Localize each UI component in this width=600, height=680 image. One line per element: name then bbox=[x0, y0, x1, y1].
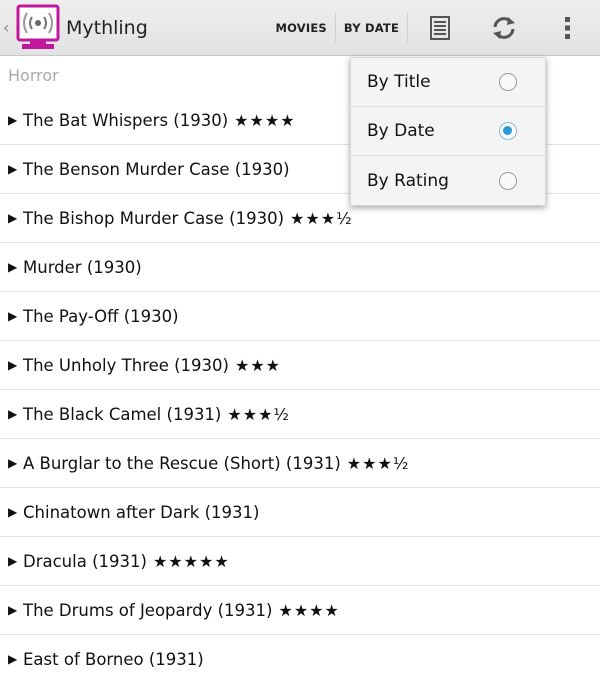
sort-option-by-rating[interactable]: By Rating bbox=[351, 156, 545, 205]
section-header: Horror bbox=[8, 66, 59, 85]
sort-option-label: By Title bbox=[367, 72, 431, 92]
expand-arrow-icon: ▶ bbox=[8, 407, 18, 421]
app-title: Mythling bbox=[66, 16, 148, 39]
movie-title: The Bat Whispers (1930) bbox=[23, 110, 229, 130]
expand-arrow-icon: ▶ bbox=[8, 113, 18, 127]
expand-arrow-icon: ▶ bbox=[8, 211, 18, 225]
expand-arrow-icon: ▶ bbox=[8, 260, 18, 274]
movie-title: East of Borneo (1931) bbox=[23, 649, 204, 669]
expand-arrow-icon: ▶ bbox=[8, 358, 18, 372]
sort-option-label: By Date bbox=[367, 121, 435, 141]
app-icon[interactable] bbox=[16, 4, 60, 52]
sort-option-label: By Rating bbox=[367, 170, 449, 191]
list-item[interactable]: ▶ East of Borneo (1931) bbox=[0, 635, 600, 680]
expand-arrow-icon: ▶ bbox=[8, 652, 18, 666]
expand-arrow-icon: ▶ bbox=[8, 162, 18, 176]
list-item[interactable]: ▶ The Pay-Off (1930) bbox=[0, 292, 600, 341]
expand-arrow-icon: ▶ bbox=[8, 505, 18, 519]
movie-title: The Black Camel (1931) bbox=[23, 404, 222, 424]
radio-button[interactable] bbox=[499, 171, 517, 190]
movie-title: Chinatown after Dark (1931) bbox=[23, 502, 260, 522]
expand-arrow-icon: ▶ bbox=[8, 309, 18, 323]
list-view-icon bbox=[430, 15, 450, 40]
sort-popup-menu: By Title By Date By Rating bbox=[350, 57, 546, 206]
list-item[interactable]: ▶ A Burglar to the Rescue (Short) (1931) ★… bbox=[0, 439, 600, 488]
movies-button[interactable]: MOVIES bbox=[267, 0, 334, 56]
rating-stars: ★★★½ bbox=[290, 208, 353, 228]
rating-stars: ★★★★ bbox=[234, 110, 296, 130]
list-item[interactable]: ▶ Murder (1930) bbox=[0, 243, 600, 292]
overflow-menu-button[interactable] bbox=[536, 0, 600, 56]
list-item[interactable]: ▶ Dracula (1931) ★★★★★ bbox=[0, 537, 600, 586]
refresh-icon bbox=[493, 16, 515, 39]
movie-title: The Benson Murder Case (1930) bbox=[23, 159, 290, 179]
radio-button[interactable] bbox=[499, 73, 517, 91]
movie-title: Murder (1930) bbox=[23, 257, 142, 277]
up-caret-icon[interactable]: ‹ bbox=[3, 0, 15, 56]
sort-option-by-date[interactable]: By Date bbox=[351, 107, 545, 156]
list-item[interactable]: ▶ Chinatown after Dark (1931) bbox=[0, 488, 600, 537]
movie-title: Dracula (1931) bbox=[23, 551, 147, 571]
overflow-menu-icon bbox=[565, 16, 570, 39]
expand-arrow-icon: ▶ bbox=[8, 456, 18, 470]
rating-stars: ★★★ bbox=[234, 355, 282, 375]
movie-title: A Burglar to the Rescue (Short) (1931) bbox=[23, 453, 341, 473]
rating-stars: ★★★½ bbox=[346, 453, 410, 473]
expand-arrow-icon: ▶ bbox=[8, 603, 18, 617]
list-item[interactable]: ▶ The Drums of Jeopardy (1931) ★★★★ bbox=[0, 586, 600, 635]
movie-title: The Bishop Murder Case (1930) bbox=[23, 208, 285, 228]
sort-option-by-title[interactable]: By Title bbox=[351, 58, 545, 107]
list-item[interactable]: ▶ The Black Camel (1931) ★★★½ bbox=[0, 390, 600, 439]
rating-stars: ★★★★★ bbox=[152, 551, 230, 571]
movie-title: The Drums of Jeopardy (1931) bbox=[23, 600, 273, 620]
list-view-button[interactable] bbox=[408, 0, 472, 56]
refresh-button[interactable] bbox=[472, 0, 536, 56]
list-item[interactable]: ▶ The Unholy Three (1930) ★★★ bbox=[0, 341, 600, 390]
radio-button[interactable] bbox=[499, 122, 517, 140]
action-bar: ‹ Mythling MOVIES BY DATE bbox=[0, 0, 600, 56]
expand-arrow-icon: ▶ bbox=[8, 554, 18, 568]
movie-title: The Pay-Off (1930) bbox=[23, 306, 179, 326]
rating-stars: ★★★★ bbox=[278, 600, 340, 620]
rating-stars: ★★★½ bbox=[227, 404, 290, 424]
movie-title: The Unholy Three (1930) bbox=[23, 355, 229, 375]
sort-by-date-button[interactable]: BY DATE bbox=[336, 0, 407, 56]
